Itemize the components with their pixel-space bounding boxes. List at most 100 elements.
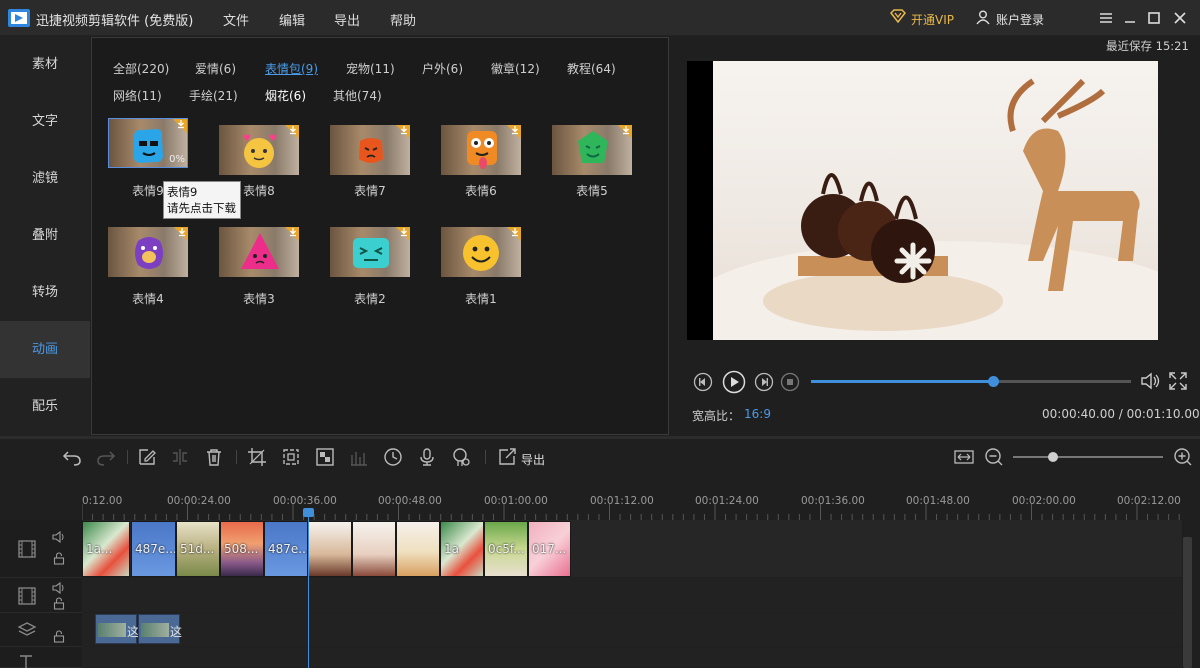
zoom-slider[interactable] [1013, 456, 1163, 458]
category-handdrawn[interactable]: 手绘(21) [189, 87, 238, 104]
menu-export[interactable]: 导出 [334, 10, 360, 29]
overlay-clip[interactable]: 这 [95, 614, 139, 644]
stop-icon[interactable] [780, 372, 800, 392]
ruler-label: 00:00:24.00 [167, 495, 231, 507]
lock-icon[interactable] [53, 630, 65, 643]
category-outdoor[interactable]: 户外(6) [422, 60, 463, 77]
export-button[interactable]: 导出 [521, 451, 545, 468]
user-icon[interactable] [976, 10, 990, 25]
seek-handle[interactable] [988, 376, 1000, 387]
nav-filter[interactable]: 滤镜 [0, 150, 90, 207]
maximize-icon[interactable] [1146, 10, 1162, 26]
menu-help[interactable]: 帮助 [390, 10, 416, 29]
video-track-header [0, 520, 82, 578]
video-clip[interactable]: 0c5f... [484, 521, 528, 577]
fit-timeline-icon[interactable] [954, 447, 974, 467]
zoom-slider-handle[interactable] [1048, 452, 1058, 462]
close-icon[interactable] [1172, 10, 1188, 26]
nav-overlay[interactable]: 叠附 [0, 207, 90, 264]
video-clip[interactable]: 1a [440, 521, 484, 577]
undo-icon[interactable] [62, 447, 82, 467]
lock-icon[interactable] [53, 552, 65, 565]
aspect-ratio-value[interactable]: 16:9 [744, 407, 771, 421]
fullscreen-icon[interactable] [1168, 371, 1188, 391]
overlay-track[interactable] [82, 613, 1182, 647]
category-badge[interactable]: 徽章(12) [491, 60, 540, 77]
mosaic-icon[interactable] [315, 447, 335, 467]
split-icon[interactable] [170, 447, 190, 467]
category-other[interactable]: 其他(74) [333, 87, 382, 104]
sticker-thumb-1[interactable] [441, 227, 521, 277]
app-logo-icon [8, 8, 30, 28]
volume-icon[interactable] [1140, 371, 1162, 391]
zoom-crop-icon[interactable] [281, 447, 301, 467]
redo-icon[interactable] [96, 447, 116, 467]
crop-icon[interactable] [247, 447, 267, 467]
track-volume-icon[interactable] [52, 531, 66, 543]
video-clip[interactable]: 017... [528, 521, 571, 577]
nav-animation[interactable]: 动画 [0, 321, 90, 378]
category-fireworks[interactable]: 烟花(6) [265, 87, 306, 104]
track-volume-icon[interactable] [52, 582, 66, 594]
clip-name: 508... [224, 542, 259, 556]
next-frame-icon[interactable] [754, 372, 774, 392]
delete-icon[interactable] [204, 447, 224, 467]
menu-icon[interactable] [1098, 10, 1114, 26]
category-emoji[interactable]: 表情包(9) [265, 60, 318, 77]
sticker-thumb-4[interactable] [108, 227, 188, 277]
category-network[interactable]: 网络(11) [113, 87, 162, 104]
category-all[interactable]: 全部(220) [113, 60, 169, 77]
overlay-track-header [0, 613, 82, 647]
sticker-thumb-8[interactable]: ♥ ♥ [219, 125, 299, 175]
overlay-clip[interactable]: 这 [138, 614, 182, 644]
lock-icon[interactable] [53, 597, 65, 610]
edit-icon[interactable] [137, 447, 157, 467]
sticker-thumb-5[interactable] [552, 125, 632, 175]
category-tutorial[interactable]: 教程(64) [567, 60, 616, 77]
video-clip[interactable] [308, 521, 352, 577]
video-clip[interactable] [396, 521, 440, 577]
nav-music[interactable]: 配乐 [0, 378, 90, 435]
timeline-scrollbar[interactable] [1183, 537, 1192, 668]
prev-frame-icon[interactable] [693, 372, 713, 392]
preview-frame [713, 61, 1158, 340]
toolbar-separator [485, 450, 486, 464]
freeze-frame-icon[interactable] [349, 447, 369, 467]
play-icon[interactable] [722, 370, 746, 394]
menu-edit[interactable]: 编辑 [279, 10, 305, 29]
video-clip[interactable] [352, 521, 396, 577]
video-clip[interactable]: 487e... [264, 521, 308, 577]
nav-media[interactable]: 素材 [0, 36, 90, 93]
sticker-thumb-2[interactable] [330, 227, 410, 277]
nav-transition[interactable]: 转场 [0, 264, 90, 321]
vip-icon[interactable] [890, 9, 906, 23]
pip-track[interactable] [82, 578, 1182, 613]
video-clip[interactable]: 1a... [82, 521, 130, 577]
account-login-button[interactable]: 账户登录 [996, 11, 1044, 28]
video-clip[interactable]: 508... [220, 521, 264, 577]
sticker-thumb-9[interactable]: 0% [108, 118, 188, 168]
sticker-label-6: 表情6 [465, 184, 497, 198]
voice-change-icon[interactable] [451, 447, 471, 467]
category-pets[interactable]: 宠物(11) [346, 60, 395, 77]
speed-icon[interactable] [383, 447, 403, 467]
sticker-thumb-7[interactable] [330, 125, 410, 175]
sticker-thumb-3[interactable] [219, 227, 299, 277]
video-clip[interactable]: 487e... [131, 521, 176, 577]
category-love[interactable]: 爱情(6) [195, 60, 236, 77]
video-clip[interactable]: 51d... [176, 521, 220, 577]
menu-file[interactable]: 文件 [223, 10, 249, 29]
vip-button[interactable]: 开通VIP [911, 11, 954, 28]
nav-text[interactable]: 文字 [0, 93, 90, 150]
ruler-label: 00:00:48.00 [378, 495, 442, 507]
sticker-thumb-6[interactable] [441, 125, 521, 175]
minimize-icon[interactable] [1122, 10, 1138, 26]
zoom-out-icon[interactable] [984, 447, 1004, 467]
zoom-in-icon[interactable] [1173, 447, 1193, 467]
microphone-icon[interactable] [417, 447, 437, 467]
playhead-handle[interactable] [303, 508, 314, 517]
playhead[interactable] [308, 512, 309, 668]
export-icon[interactable] [497, 447, 517, 467]
text-track[interactable] [82, 647, 1182, 668]
clip-name: 487e... [135, 542, 176, 556]
